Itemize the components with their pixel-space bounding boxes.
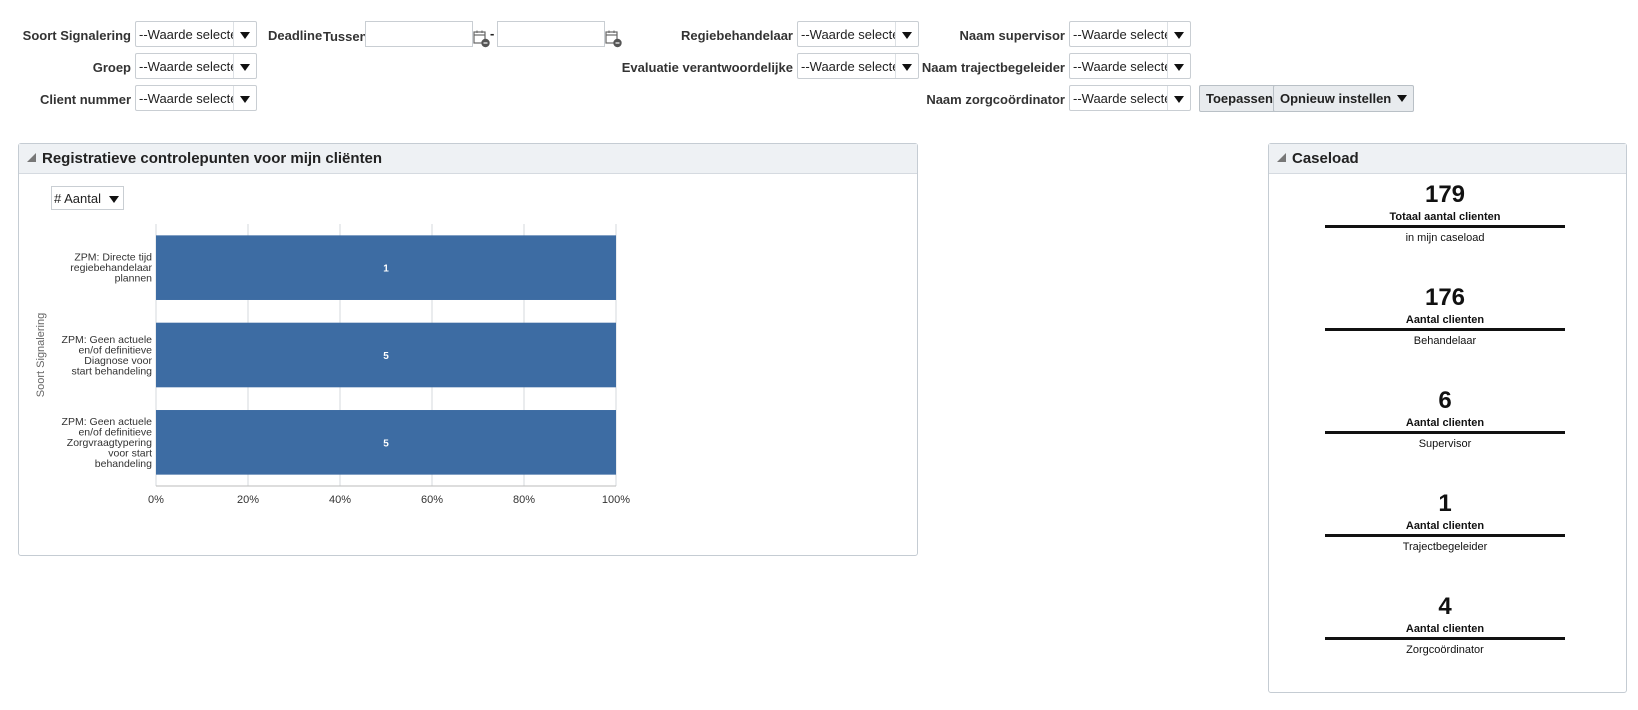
- naam-trajectbegeleider-select[interactable]: --Waarde selecteren--: [1069, 53, 1191, 79]
- x-tick-label: 40%: [329, 494, 351, 506]
- groep-label: Groep: [92, 60, 131, 75]
- kpi-value: 4: [1438, 593, 1452, 620]
- kpi-caption: Aantal clienten: [1325, 417, 1565, 434]
- category-label: ZPM: Directe tijd regiebehandelaar plannen: [70, 252, 152, 285]
- select-value: --Waarde selecteren--: [1073, 59, 1168, 74]
- x-tick-label: 20%: [237, 494, 259, 506]
- groep-select[interactable]: --Waarde selecteren--: [135, 53, 257, 79]
- kpi-zorgcoordinator: 4 Aantal clienten Zorgcoördinator: [1325, 593, 1565, 656]
- y-axis-title: Soort Signalering: [35, 313, 47, 397]
- naam-zorgcoordinator-select[interactable]: --Waarde selecteren--: [1069, 85, 1191, 111]
- naam-supervisor-select[interactable]: --Waarde selecteren--: [1069, 21, 1191, 47]
- naam-trajectbegeleider-label: Naam trajectbegeleider: [921, 60, 1065, 75]
- kpi-caption: Totaal aantal clienten: [1325, 211, 1565, 228]
- category-label: ZPM: Geen actuele en/of definitieve Diagno…: [62, 334, 153, 378]
- kpi-value: 179: [1424, 181, 1466, 208]
- kpi-subtitle: Zorgcoördinator: [1406, 644, 1484, 656]
- bar-data-label: 5: [383, 351, 389, 362]
- naam-supervisor-label: Naam supervisor: [959, 28, 1066, 43]
- reset-button-label: Opnieuw instellen: [1280, 91, 1392, 106]
- kpi-trajectbegeleider: 1 Aantal clienten Trajectbegeleider: [1325, 490, 1565, 553]
- x-tick-label: 100%: [602, 494, 630, 506]
- deadline-label: Deadline: [268, 28, 323, 43]
- chevron-down-icon[interactable]: [895, 54, 918, 78]
- client-nummer-select[interactable]: --Waarde selecteren--: [135, 85, 257, 111]
- evaluatie-verantwoordelijke-label: Evaluatie verantwoordelijke: [621, 60, 793, 75]
- bar-data-label: 5: [383, 438, 389, 449]
- select-value: --Waarde selecteren--: [139, 91, 234, 106]
- kpi-value: 1: [1438, 490, 1452, 517]
- chevron-down-icon[interactable]: [895, 22, 918, 46]
- reset-button[interactable]: Opnieuw instellen: [1273, 85, 1415, 112]
- kpi-caption: Aantal clienten: [1325, 314, 1565, 331]
- deadline-between-label: Tussen: [323, 29, 368, 44]
- collapse-icon[interactable]: [27, 153, 36, 162]
- kpi-behandelaar: 176 Aantal clienten Behandelaar: [1325, 284, 1565, 347]
- apply-button[interactable]: Toepassen: [1199, 85, 1280, 112]
- soort-signalering-label: Soort Signalering: [22, 28, 131, 43]
- select-value: --Waarde selecteren--: [139, 59, 234, 74]
- panel-title: Caseload: [1292, 150, 1359, 167]
- bar-data-label: 1: [383, 264, 389, 275]
- x-tick-label: 60%: [421, 494, 443, 506]
- chevron-down-icon[interactable]: [233, 54, 256, 78]
- kpi-subtitle: in mijn caseload: [1405, 232, 1485, 244]
- chevron-down-icon[interactable]: [233, 86, 256, 110]
- kpi-caption: Aantal clienten: [1325, 623, 1565, 640]
- x-tick-label: 80%: [513, 494, 535, 506]
- date-separator: -: [490, 26, 495, 41]
- naam-zorgcoordinator-label: Naam zorgcoördinator: [926, 92, 1065, 107]
- chevron-down-icon: [1397, 95, 1408, 102]
- kpi-subtitle: Behandelaar: [1413, 335, 1477, 347]
- x-tick-label: 0%: [148, 494, 164, 506]
- chevron-down-icon[interactable]: [1167, 22, 1190, 46]
- caseload-panel: Caseload 179 Totaal aantal clienten in m…: [1268, 143, 1627, 693]
- chevron-down-icon[interactable]: [233, 22, 256, 46]
- kpi-subtitle: Supervisor: [1418, 438, 1472, 450]
- deadline-to-input[interactable]: [497, 21, 605, 47]
- chevron-down-icon[interactable]: [1167, 86, 1190, 110]
- kpi-value: 176: [1424, 284, 1466, 311]
- select-value: --Waarde selecteren--: [1073, 91, 1168, 106]
- panel-header: Registratieve controlepunten voor mijn c…: [19, 144, 917, 174]
- category-label: ZPM: Geen actuele en/of definitieve Zorgvr…: [62, 416, 153, 470]
- client-nummer-label: Client nummer: [39, 92, 131, 107]
- select-value: --Waarde selecteren--: [139, 27, 234, 42]
- select-value: --Waarde selecteren--: [1073, 27, 1168, 42]
- kpi-value: 6: [1438, 387, 1452, 414]
- calendar-icon[interactable]: [605, 30, 623, 48]
- collapse-icon[interactable]: [1277, 153, 1286, 162]
- controlepunten-panel: Registratieve controlepunten voor mijn c…: [18, 143, 918, 556]
- kpi-caption: Aantal clienten: [1325, 520, 1565, 537]
- kpi-total: 179 Totaal aantal clienten in mijn casel…: [1325, 181, 1565, 244]
- kpi-supervisor: 6 Aantal clienten Supervisor: [1325, 387, 1565, 450]
- select-value: --Waarde selecteren--: [801, 59, 896, 74]
- kpi-subtitle: Trajectbegeleider: [1402, 541, 1488, 553]
- evaluatie-verantwoordelijke-select[interactable]: --Waarde selecteren--: [797, 53, 919, 79]
- regiebehandelaar-select[interactable]: --Waarde selecteren--: [797, 21, 919, 47]
- soort-signalering-select[interactable]: --Waarde selecteren--: [135, 21, 257, 47]
- calendar-icon[interactable]: [473, 30, 491, 48]
- bar-chart: 0% 20% 40% 60% 80% 100% 1 ZPM: Directe tijd regi…: [35, 224, 630, 506]
- panel-header: Caseload: [1269, 144, 1626, 174]
- select-value: --Waarde selecteren--: [801, 27, 896, 42]
- measure-select[interactable]: # Aantal: [51, 186, 124, 210]
- regiebehandelaar-label: Regiebehandelaar: [681, 28, 793, 43]
- panel-title: Registratieve controlepunten voor mijn c…: [42, 150, 383, 167]
- chevron-down-icon[interactable]: [1167, 54, 1190, 78]
- deadline-from-input[interactable]: [365, 21, 473, 47]
